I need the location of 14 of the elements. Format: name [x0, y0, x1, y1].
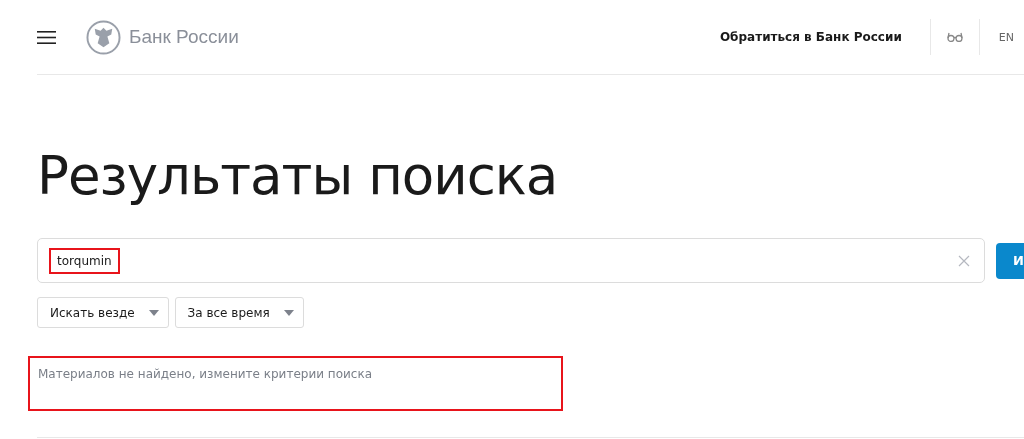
search-field[interactable]: torqumin [37, 238, 985, 283]
search-button[interactable]: И [996, 242, 1024, 279]
language-switch[interactable]: EN [998, 30, 1014, 44]
search-value: torqumin [49, 247, 120, 274]
close-icon[interactable] [958, 254, 970, 267]
caret-icon [283, 309, 294, 316]
glasses-icon[interactable] [946, 32, 963, 42]
no-results-message: Материалов не найдено, измените критерии поиска [28, 356, 563, 411]
caret-icon [148, 309, 159, 316]
menu-icon[interactable] [37, 30, 56, 44]
filter-dropdown[interactable]: Искать везде [37, 297, 169, 328]
contact-link[interactable]: Обратиться в Банк России [719, 30, 902, 44]
filter-dropdown[interactable]: За все время [174, 297, 304, 328]
emblem-icon[interactable] [86, 19, 121, 55]
